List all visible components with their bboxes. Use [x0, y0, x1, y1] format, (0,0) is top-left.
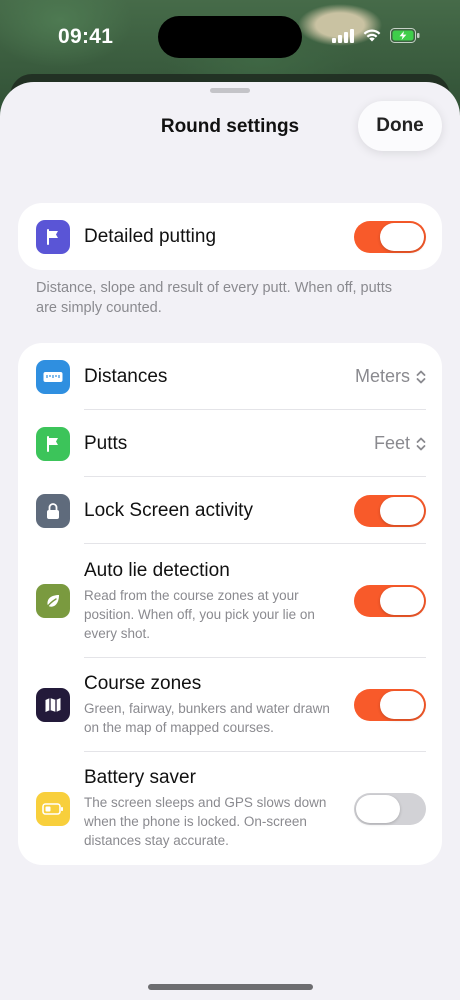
map-icon: [36, 688, 70, 722]
cellular-signal-icon: [332, 28, 354, 43]
sheet-grabber[interactable]: [210, 88, 250, 93]
status-bar: 09:41: [0, 0, 460, 74]
toggle-knob: [380, 222, 424, 251]
lock-screen-label: Lock Screen activity: [84, 499, 253, 521]
auto-lie-text: Auto lie detection Read from the course …: [84, 560, 354, 643]
putts-select[interactable]: Feet: [374, 433, 426, 454]
auto-lie-description: Read from the course zones at your posit…: [84, 587, 315, 641]
putting-footnote: Distance, slope and result of every putt…: [36, 280, 392, 316]
putts-row[interactable]: Putts Feet: [18, 410, 442, 477]
lock-screen-text: Lock Screen activity: [84, 500, 354, 522]
course-zones-toggle[interactable]: [354, 689, 426, 721]
lock-screen-row: Lock Screen activity: [18, 477, 442, 544]
battery-saver-label: Battery saver: [84, 767, 196, 788]
settings-card: Distances Meters Putts Feet Lock Screen …: [18, 343, 442, 865]
battery-saver-row: Battery saver The screen sleeps and GPS …: [18, 752, 442, 865]
toggle-knob: [380, 691, 424, 719]
putts-value: Feet: [373, 433, 410, 453]
chevron-up-down-icon: [416, 437, 426, 450]
distances-label: Distances: [84, 365, 168, 387]
distances-value: Meters: [354, 366, 410, 386]
auto-lie-label: Auto lie detection: [84, 559, 230, 581]
distances-text: Distances: [84, 366, 355, 388]
detailed-putting-toggle[interactable]: [354, 220, 426, 253]
distances-row[interactable]: Distances Meters: [18, 343, 442, 410]
battery-saver-text: Battery saver The screen sleeps and GPS …: [84, 767, 354, 850]
course-zones-label: Course zones: [84, 673, 202, 694]
course-zones-row: Course zones Green, fairway, bunkers and…: [18, 658, 442, 752]
settings-sheet: Round settings Done Detailed putting Dis…: [0, 82, 460, 1000]
home-indicator[interactable]: [148, 984, 313, 990]
course-zones-description: Green, fairway, bunkers and water drawn …: [84, 701, 330, 735]
lock-icon: [36, 493, 70, 528]
ruler-icon: [36, 359, 70, 394]
toggle-knob: [356, 794, 400, 823]
chevron-up-down-icon: [416, 370, 426, 383]
putts-text: Putts: [84, 433, 374, 455]
flag-icon: [36, 219, 70, 254]
detailed-putting-label: Detailed putting: [84, 225, 217, 247]
battery-saver-description: The screen sleeps and GPS slows down whe…: [84, 795, 327, 848]
battery-icon: [36, 791, 70, 826]
battery-saver-toggle[interactable]: [354, 792, 426, 825]
status-time: 09:41: [58, 25, 114, 48]
toggle-knob: [380, 496, 424, 525]
battery-charging-icon: [390, 28, 420, 43]
leaf-icon: [36, 584, 70, 618]
putting-card: Detailed putting: [18, 203, 442, 270]
status-icons: [332, 28, 420, 43]
course-zones-text: Course zones Green, fairway, bunkers and…: [84, 673, 354, 737]
done-button[interactable]: Done: [358, 101, 442, 151]
toggle-knob: [380, 587, 424, 615]
detailed-putting-text: Detailed putting: [84, 226, 354, 248]
auto-lie-row: Auto lie detection Read from the course …: [18, 544, 442, 658]
flag-icon: [36, 426, 70, 461]
auto-lie-toggle[interactable]: [354, 585, 426, 617]
dynamic-island: [158, 16, 302, 58]
detailed-putting-row: Detailed putting: [18, 203, 442, 270]
distances-select[interactable]: Meters: [355, 366, 426, 387]
wifi-icon: [363, 29, 381, 42]
putts-label: Putts: [84, 432, 128, 454]
lock-screen-toggle[interactable]: [354, 494, 426, 527]
